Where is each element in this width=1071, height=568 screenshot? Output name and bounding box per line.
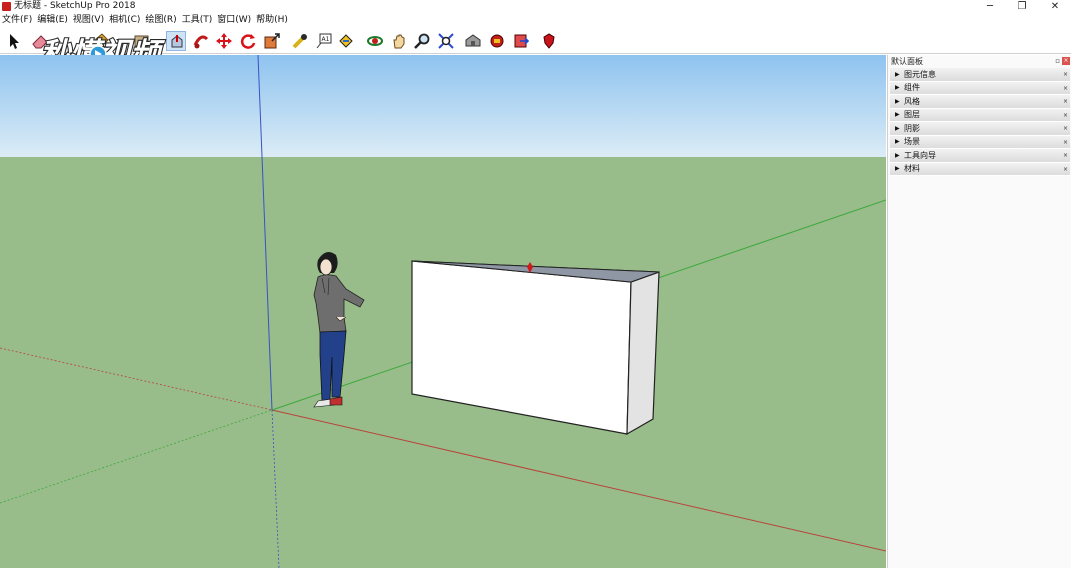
ruby-console-tool-button[interactable]	[539, 31, 559, 51]
panel-layers[interactable]: ▶ 图层 ×	[890, 108, 1070, 122]
panel-label: 图元信息	[904, 69, 936, 79]
zoom-tool-button[interactable]	[412, 31, 432, 51]
expand-arrow-icon: ▶	[895, 151, 900, 159]
panel-label: 图层	[904, 110, 920, 120]
text-tool-button[interactable]: A1	[314, 31, 334, 51]
layout-icon	[514, 34, 530, 48]
tape-measure-tool-button[interactable]	[290, 31, 310, 51]
menu-edit[interactable]: 编辑(E)	[35, 14, 71, 27]
sky	[0, 55, 886, 157]
expand-arrow-icon: ▶	[895, 124, 900, 132]
panel-close-icon[interactable]: ×	[1063, 166, 1068, 173]
menu-file[interactable]: 文件(F)	[0, 14, 35, 27]
restore-button[interactable]: ❐	[1007, 0, 1037, 13]
menu-camera[interactable]: 相机(C)	[107, 14, 143, 27]
panel-label: 阴影	[904, 123, 920, 133]
scale-icon	[264, 33, 280, 49]
expand-arrow-icon: ▶	[895, 97, 900, 105]
scene-canvas[interactable]	[0, 55, 886, 568]
send-to-layout-tool-button[interactable]	[511, 31, 531, 51]
title-bar: 无标题 - SketchUp Pro 2018 ─ ❐ ✕	[0, 0, 1071, 13]
paint-bucket-tool-button[interactable]	[336, 31, 356, 51]
warehouse-tool-button[interactable]	[463, 31, 483, 51]
text-icon: A1	[316, 33, 332, 49]
ruby-icon	[543, 33, 555, 49]
magnifier-icon	[414, 33, 430, 49]
menu-draw[interactable]: 绘图(R)	[143, 14, 179, 27]
model-viewport[interactable]	[0, 55, 886, 568]
panel-materials[interactable]: ▶ 材料 ×	[890, 162, 1070, 176]
minimize-button[interactable]: ─	[975, 0, 1005, 13]
window-title: 无标题 - SketchUp Pro 2018	[14, 1, 136, 11]
select-tool-button[interactable]	[4, 31, 24, 51]
panel-label: 材料	[904, 164, 920, 174]
panel-close-icon[interactable]: ×	[1063, 112, 1068, 119]
sketchup-logo-icon	[2, 2, 11, 11]
panel-close-icon[interactable]: ×	[1063, 85, 1068, 92]
menu-help[interactable]: 帮助(H)	[254, 14, 291, 27]
zoom-extents-icon	[438, 33, 454, 49]
expand-arrow-icon: ▶	[895, 138, 900, 146]
default-tray: 默认面板 ▫ × ▶ 图元信息 × ▶ 组件 × ▶ 风格 × ▶ 图层 × ▶…	[887, 55, 1071, 568]
panel-close-icon[interactable]: ×	[1063, 139, 1068, 146]
panel-styles[interactable]: ▶ 风格 ×	[890, 95, 1070, 109]
tray-header: 默认面板 ▫ ×	[888, 55, 1071, 68]
panel-close-icon[interactable]: ×	[1063, 71, 1068, 78]
menu-window[interactable]: 窗口(W)	[215, 14, 254, 27]
panel-scenes[interactable]: ▶ 场景 ×	[890, 135, 1070, 149]
expand-arrow-icon: ▶	[895, 84, 900, 92]
panel-label: 场景	[904, 137, 920, 147]
menu-view[interactable]: 视图(V)	[71, 14, 107, 27]
panel-instructor[interactable]: ▶ 工具向导 ×	[890, 149, 1070, 163]
orbit-icon	[367, 36, 383, 46]
panel-close-icon[interactable]: ×	[1063, 125, 1068, 132]
rotate-icon	[240, 34, 256, 49]
close-button[interactable]: ✕	[1040, 0, 1070, 13]
hand-icon	[393, 34, 405, 49]
panel-shadows[interactable]: ▶ 阴影 ×	[890, 122, 1070, 136]
tray-title: 默认面板	[891, 57, 923, 66]
orbit-tool-button[interactable]	[365, 31, 385, 51]
move-tool-button[interactable]	[214, 31, 234, 51]
warehouse-icon	[465, 34, 481, 47]
panel-close-icon[interactable]: ×	[1063, 152, 1068, 159]
panel-close-icon[interactable]: ×	[1063, 98, 1068, 105]
tray-close-button[interactable]: ×	[1062, 57, 1070, 65]
menu-bar: 文件(F) 编辑(E) 视图(V) 相机(C) 绘图(R) 工具(T) 窗口(W…	[0, 14, 1071, 27]
arrow-icon	[10, 34, 19, 49]
rotate-tool-button[interactable]	[238, 31, 258, 51]
pan-tool-button[interactable]	[389, 31, 409, 51]
move-icon	[216, 33, 232, 49]
zoom-extents-tool-button[interactable]	[436, 31, 456, 51]
svg-text:A1: A1	[322, 36, 330, 43]
paint-icon	[339, 34, 353, 48]
menu-tools[interactable]: 工具(T)	[180, 14, 216, 27]
panel-label: 风格	[904, 96, 920, 106]
extension-warehouse-tool-button[interactable]	[487, 31, 507, 51]
expand-arrow-icon: ▶	[895, 111, 900, 119]
panel-label: 工具向导	[904, 150, 936, 160]
panel-entity-info[interactable]: ▶ 图元信息 ×	[890, 68, 1070, 82]
tape-measure-icon	[292, 34, 307, 49]
extension-icon	[490, 34, 504, 48]
pin-icon[interactable]: ▫	[1055, 57, 1060, 65]
scale-tool-button[interactable]	[262, 31, 282, 51]
expand-arrow-icon: ▶	[895, 70, 900, 78]
panel-label: 组件	[904, 83, 920, 93]
panel-components[interactable]: ▶ 组件 ×	[890, 81, 1070, 95]
expand-arrow-icon: ▶	[895, 165, 900, 173]
